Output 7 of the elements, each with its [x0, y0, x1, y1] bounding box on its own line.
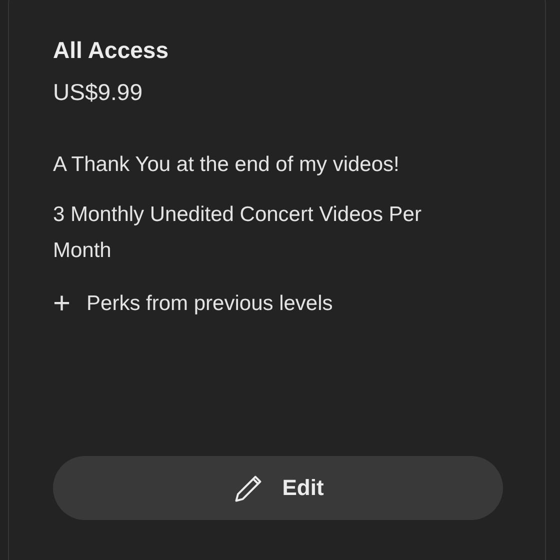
- perks-text: Perks from previous levels: [86, 292, 333, 316]
- plus-icon: +: [53, 289, 71, 319]
- tier-title: All Access: [53, 36, 170, 65]
- benefit-text: A Thank You at the end of my videos!: [53, 152, 400, 178]
- benefit-text: 3 Monthly Unedited Concert Videos Per Month: [53, 202, 422, 264]
- tier-price: US$9.99: [53, 78, 144, 107]
- edit-button[interactable]: Edit: [53, 456, 503, 520]
